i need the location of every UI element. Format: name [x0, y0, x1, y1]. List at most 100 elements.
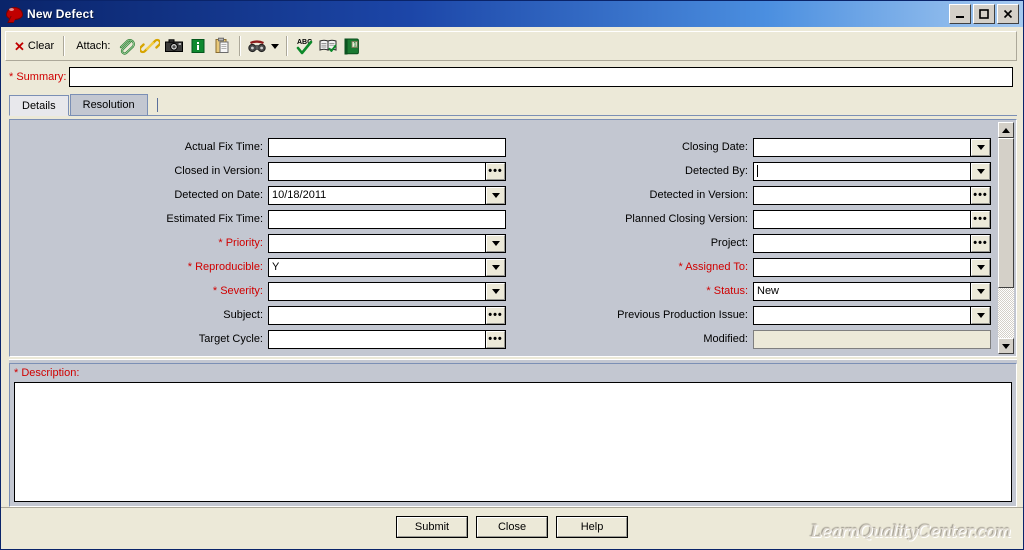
field-control[interactable] [753, 257, 991, 277]
toolbar-separator-2 [239, 36, 241, 56]
field-control[interactable] [753, 329, 991, 349]
field-control[interactable] [268, 209, 506, 229]
field-label: Estimated Fix Time: [166, 213, 263, 225]
binoculars-icon[interactable] [245, 34, 269, 58]
field-row: Target Cycle: ••• [10, 327, 510, 351]
clear-button[interactable]: ✕ Clear [10, 34, 58, 58]
field-value[interactable] [753, 305, 971, 325]
field-control[interactable]: New [753, 281, 991, 301]
field-label: * Severity: [212, 285, 263, 297]
field-control[interactable]: ••• [268, 161, 506, 181]
dropdown-arrow-icon[interactable] [971, 305, 991, 325]
window-titlebar[interactable]: New Defect [1, 1, 1023, 27]
field-control[interactable] [753, 305, 991, 325]
spell-check-icon[interactable]: ABC [292, 34, 316, 58]
chevron-down-icon [491, 288, 500, 294]
field-control[interactable] [753, 137, 991, 157]
field-control[interactable]: ••• [753, 209, 991, 229]
clipboard-icon[interactable] [210, 34, 234, 58]
browse-ellipsis-button[interactable]: ••• [486, 161, 506, 181]
close-dialog-button[interactable]: Close [476, 516, 548, 538]
field-control[interactable]: ••• [753, 233, 991, 253]
thesaurus-icon[interactable] [316, 34, 340, 58]
window-title: New Defect [27, 7, 94, 21]
field-value[interactable]: Y [268, 257, 486, 277]
dropdown-arrow-icon[interactable] [971, 281, 991, 301]
system-info-icon[interactable] [186, 34, 210, 58]
summary-row: * Summary: [5, 65, 1017, 89]
field-control[interactable]: 10/18/2011 [268, 185, 506, 205]
maximize-button[interactable] [973, 4, 995, 24]
field-value[interactable] [268, 281, 486, 301]
field-value[interactable] [268, 137, 506, 157]
field-value[interactable] [753, 185, 971, 205]
dropdown-arrow-icon[interactable] [971, 161, 991, 181]
scroll-down-button[interactable] [998, 338, 1014, 354]
close-button[interactable] [997, 4, 1019, 24]
field-label: * Reproducible: [187, 261, 263, 273]
field-value[interactable] [753, 233, 971, 253]
toolbar-separator-3 [286, 36, 288, 56]
description-textarea[interactable] [14, 382, 1012, 502]
browse-ellipsis-button[interactable]: ••• [971, 185, 991, 205]
chevron-down-icon [976, 312, 985, 318]
paperclip-icon[interactable] [114, 34, 138, 58]
field-value[interactable]: New [753, 281, 971, 301]
dropdown-arrow-icon[interactable] [486, 233, 506, 253]
binoculars-dropdown-icon[interactable] [269, 34, 281, 58]
minimize-button[interactable] [949, 4, 971, 24]
dropdown-arrow-icon[interactable] [486, 257, 506, 277]
ellipsis-icon: ••• [488, 165, 503, 177]
field-label: Modified: [703, 333, 748, 345]
browse-ellipsis-button[interactable]: ••• [971, 209, 991, 229]
clear-label: Clear [27, 40, 55, 52]
field-value[interactable] [753, 209, 971, 229]
field-control[interactable]: ••• [753, 185, 991, 205]
details-left-column: Actual Fix Time: Closed in Version: ••• Det… [10, 135, 510, 351]
field-value[interactable] [753, 257, 971, 277]
dropdown-arrow-icon[interactable] [486, 185, 506, 205]
tab-details-label: Details [22, 99, 56, 112]
help-label: Help [557, 517, 627, 537]
scroll-track[interactable] [998, 138, 1014, 338]
field-row: Detected in Version: ••• [510, 183, 1000, 207]
tab-resolution[interactable]: Resolution [69, 94, 148, 115]
submit-button[interactable]: Submit [396, 516, 468, 538]
field-value[interactable] [268, 233, 486, 253]
dictionary-icon[interactable]: 1 [340, 34, 364, 58]
tab-details[interactable]: Details [9, 95, 69, 116]
speech-bubble-icon [5, 5, 23, 23]
field-value[interactable]: 10/18/2011 [268, 185, 486, 205]
field-value[interactable] [268, 329, 486, 349]
dropdown-arrow-icon[interactable] [486, 281, 506, 301]
details-scrollbar[interactable] [998, 122, 1014, 354]
field-row: Closed in Version: ••• [10, 159, 510, 183]
dropdown-arrow-icon[interactable] [971, 257, 991, 277]
browse-ellipsis-button[interactable]: ••• [971, 233, 991, 253]
camera-icon[interactable] [162, 34, 186, 58]
link-icon[interactable] [138, 34, 162, 58]
window-controls [949, 4, 1019, 24]
scroll-up-button[interactable] [998, 122, 1014, 138]
help-button[interactable]: Help [556, 516, 628, 538]
summary-input[interactable] [69, 67, 1013, 87]
field-control[interactable]: ••• [268, 305, 506, 325]
description-label: * Description: [14, 367, 80, 379]
field-control[interactable]: Y [268, 257, 506, 277]
field-value[interactable] [268, 209, 506, 229]
field-control[interactable]: ••• [268, 329, 506, 349]
field-control[interactable] [268, 281, 506, 301]
ellipsis-icon: ••• [973, 213, 988, 225]
browse-ellipsis-button[interactable]: ••• [486, 305, 506, 325]
field-value[interactable] [753, 161, 971, 181]
browse-ellipsis-button[interactable]: ••• [486, 329, 506, 349]
field-value[interactable] [268, 305, 486, 325]
field-value[interactable] [268, 161, 486, 181]
field-value[interactable] [753, 137, 971, 157]
field-control[interactable] [268, 233, 506, 253]
field-control[interactable] [753, 161, 991, 181]
field-row: Closing Date: [510, 135, 1000, 159]
field-control[interactable] [268, 137, 506, 157]
scroll-thumb[interactable] [998, 138, 1014, 288]
dropdown-arrow-icon[interactable] [971, 137, 991, 157]
